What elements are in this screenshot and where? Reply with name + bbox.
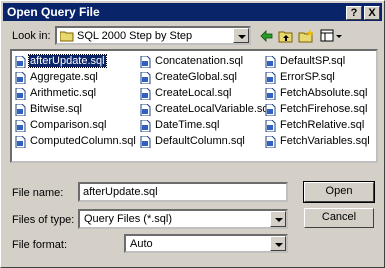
- view-menu-icon[interactable]: [320, 28, 344, 44]
- sql-file-icon: [140, 88, 151, 100]
- sql-file-icon: [15, 72, 26, 84]
- folder-icon: [60, 31, 74, 42]
- filename-value: afterUpdate.sql: [83, 186, 158, 198]
- up-folder-icon[interactable]: [278, 28, 294, 44]
- file-name: FetchAbsolute.sql: [280, 87, 368, 99]
- sql-file-icon: [265, 136, 276, 148]
- filetype-value: Query Files (*.sql): [84, 213, 173, 225]
- file-name: DateTime.sql: [155, 119, 220, 131]
- lookin-dropdown[interactable]: SQL 2000 Step by Step: [55, 26, 251, 45]
- filetype-dropdown[interactable]: Query Files (*.sql): [78, 209, 288, 229]
- file-name: DefaultColumn.sql: [155, 135, 245, 147]
- sql-file-icon: [140, 56, 151, 68]
- lookin-value: SQL 2000 Step by Step: [77, 30, 193, 42]
- chevron-down-icon[interactable]: [270, 236, 286, 251]
- filename-input[interactable]: afterUpdate.sql: [78, 182, 288, 202]
- file-name: FetchFirehose.sql: [280, 103, 368, 115]
- file-name: CreateGlobal.sql: [155, 71, 237, 83]
- sql-file-icon: [140, 72, 151, 84]
- file-name: FetchVariables.sql: [280, 135, 370, 147]
- filetype-label: Files of type:: [12, 214, 75, 226]
- help-button[interactable]: ?: [346, 6, 362, 20]
- sql-file-icon: [140, 136, 151, 148]
- sql-file-icon: [265, 104, 276, 116]
- sql-file-icon: [265, 72, 276, 84]
- back-arrow-icon[interactable]: [258, 28, 274, 44]
- chevron-down-icon[interactable]: [233, 28, 249, 43]
- sql-file-icon: [140, 120, 151, 132]
- file-list[interactable]: afterUpdate.sql Aggregate.sql Arithmetic…: [10, 49, 378, 163]
- file-name: Arithmetic.sql: [30, 87, 97, 99]
- file-name: Bitwise.sql: [30, 103, 82, 115]
- new-folder-icon[interactable]: [298, 28, 314, 44]
- file-name: FetchRelative.sql: [280, 119, 365, 131]
- file-name: Concatenation.sql: [155, 55, 244, 67]
- dialog-title: Open Query File: [7, 5, 100, 19]
- file-name: CreateLocal.sql: [155, 87, 232, 99]
- sql-file-icon: [15, 120, 26, 132]
- file-name: CreateLocalVariable.sql: [155, 103, 271, 115]
- file-name: ErrorSP.sql: [280, 71, 335, 83]
- sql-file-icon: [15, 88, 26, 100]
- sql-file-icon: [140, 104, 151, 116]
- file-name: afterUpdate.sql: [28, 54, 107, 68]
- chevron-down-icon[interactable]: [270, 211, 286, 227]
- cancel-button[interactable]: Cancel: [304, 208, 374, 228]
- fileformat-label: File format:: [12, 239, 68, 251]
- open-query-file-dialog: Open Query File ? X Look in: SQL 2000 St…: [0, 0, 385, 268]
- close-button[interactable]: X: [364, 6, 380, 20]
- sql-file-icon: [265, 88, 276, 100]
- sql-file-icon: [15, 104, 26, 116]
- lookin-label: Look in:: [12, 30, 51, 42]
- sql-file-icon: [265, 120, 276, 132]
- filename-label: File name:: [12, 187, 64, 199]
- sql-file-icon: [265, 56, 276, 68]
- sql-file-icon: [15, 136, 26, 148]
- fileformat-value: Auto: [130, 238, 153, 250]
- file-name: Aggregate.sql: [30, 71, 98, 83]
- file-name: Comparison.sql: [30, 119, 107, 131]
- file-name: ComputedColumn.sql: [30, 135, 136, 147]
- sql-file-icon: [15, 56, 26, 68]
- file-name: DefaultSP.sql: [280, 55, 346, 67]
- fileformat-dropdown[interactable]: Auto: [124, 234, 288, 253]
- open-button[interactable]: Open: [303, 181, 375, 203]
- title-bar[interactable]: Open Query File ? X: [3, 3, 382, 21]
